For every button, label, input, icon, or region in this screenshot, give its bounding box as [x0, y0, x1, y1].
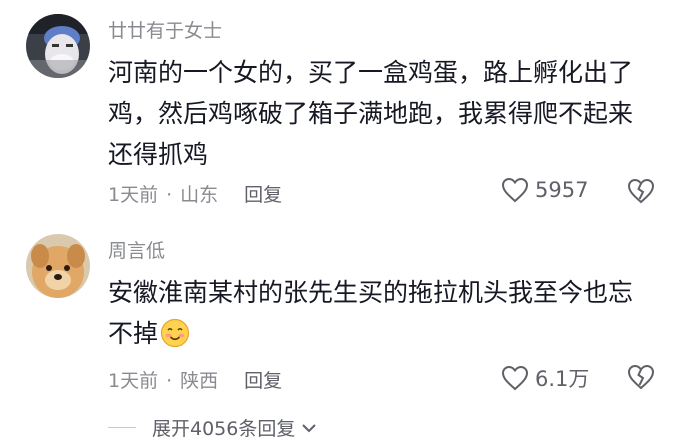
separator-dot: ·: [166, 184, 173, 206]
comment-text-line: 河南的一个女的，买了一盒鸡蛋，路上孵化出了: [108, 58, 634, 87]
comment-username[interactable]: 廿廿有于女士: [108, 16, 222, 43]
comment-text-line: 还得抓鸡: [108, 140, 209, 169]
expand-replies-label[interactable]: 展开4056条回复: [152, 414, 295, 441]
comment-time: 1天前: [108, 370, 159, 392]
dog-avatar-icon: [26, 234, 90, 298]
user-avatar[interactable]: [26, 14, 90, 78]
like-count: 6.1万: [535, 367, 590, 391]
broken-heart-icon: [627, 178, 655, 204]
smiling-blush-emoji-icon: [160, 318, 190, 348]
comment-location: 山东: [180, 184, 219, 206]
reply-button[interactable]: 回复: [244, 370, 282, 392]
broken-heart-icon: [627, 364, 655, 390]
comment-text-line: 鸡，然后鸡啄破了箱子满地跑，我累得爬不起来: [108, 99, 634, 128]
comment-text-line: 不掉: [108, 319, 159, 348]
comment-text-line: 安徽淮南某村的张先生买的拖拉机头我至今也忘: [108, 278, 634, 307]
comment-text: 安徽淮南某村的张先生买的拖拉机头我至今也忘 不掉: [108, 272, 668, 354]
comment-location: 陕西: [180, 370, 219, 392]
user-avatar[interactable]: [26, 234, 90, 298]
masked-person-avatar-icon: [26, 14, 90, 78]
comment-meta: 1天前 · 山东 回复: [108, 180, 282, 207]
separator-dot: ·: [166, 370, 173, 392]
reply-button[interactable]: 回复: [244, 184, 282, 206]
like-button[interactable]: 5957: [501, 177, 588, 203]
comment-time: 1天前: [108, 184, 159, 206]
divider-line: [108, 427, 136, 428]
heart-icon: [501, 365, 529, 391]
dislike-button[interactable]: [626, 363, 656, 391]
like-count: 5957: [535, 178, 589, 202]
dislike-button[interactable]: [626, 177, 656, 205]
comment-username[interactable]: 周言低: [108, 236, 165, 263]
heart-icon: [501, 177, 529, 203]
comment-meta: 1天前 · 陕西 回复: [108, 366, 282, 393]
comment-text: 河南的一个女的，买了一盒鸡蛋，路上孵化出了 鸡，然后鸡啄破了箱子满地跑，我累得爬…: [108, 52, 668, 175]
like-button[interactable]: 6.1万: [501, 363, 589, 393]
expand-replies[interactable]: 展开4056条回复: [108, 414, 317, 441]
chevron-down-icon: [302, 423, 317, 432]
